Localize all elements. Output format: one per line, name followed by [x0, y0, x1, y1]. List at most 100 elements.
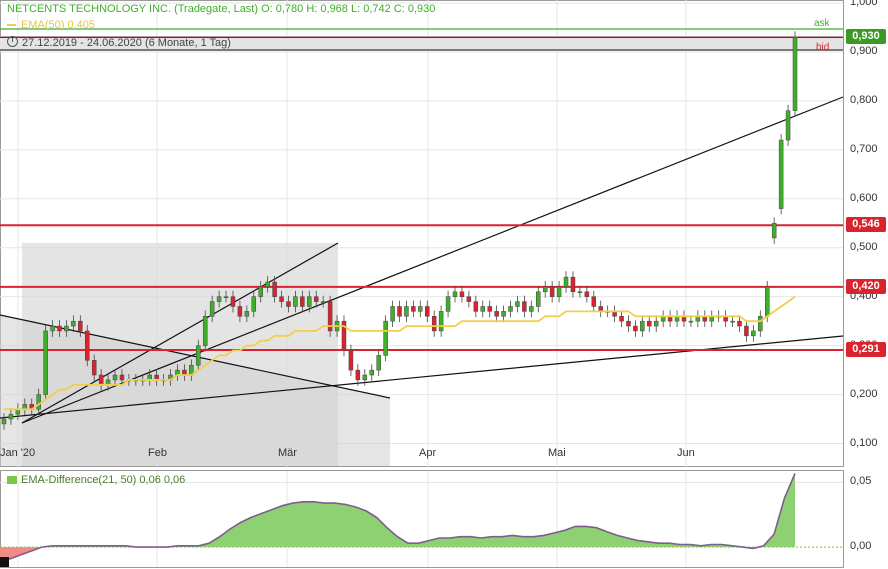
price-badge: 0,930: [846, 29, 886, 45]
price-badge: 0,420: [846, 278, 886, 294]
y-tick-label: 1,000: [850, 0, 878, 8]
candle-body: [744, 325, 749, 337]
candle-body: [265, 281, 270, 288]
candle-body: [487, 306, 492, 312]
candle-body: [771, 223, 777, 239]
candle-body: [376, 355, 381, 371]
candle-body: [36, 394, 41, 410]
candle-body: [71, 320, 76, 327]
candle-body: [43, 330, 48, 395]
candle-body: [730, 320, 735, 323]
ema-difference-legend[interactable]: EMA-Difference(21, 50) 0,06 0,06: [7, 474, 185, 486]
candle-body: [445, 296, 451, 312]
candle-body: [431, 316, 437, 332]
y-tick-label: 0,500: [850, 240, 878, 253]
candle-body: [348, 350, 354, 371]
candle-body: [78, 320, 83, 332]
candle-body: [64, 325, 69, 332]
candle-body: [50, 325, 55, 332]
scroll-handle: [0, 557, 9, 567]
ema-legend[interactable]: EMA(50) 0,405: [7, 19, 95, 31]
candle-body: [577, 291, 583, 294]
candle-body: [549, 286, 555, 297]
candle-body: [480, 306, 486, 312]
legend-swatch-icon: [7, 476, 17, 485]
candle-body: [473, 301, 479, 312]
candle-body: [300, 296, 305, 307]
candle-body: [196, 345, 201, 366]
ema-difference-area: [0, 473, 796, 567]
y-tick-label: 0,200: [850, 387, 878, 400]
bid-tag: bid: [816, 42, 830, 53]
candle-body: [529, 306, 534, 312]
date-range-label: 27.12.2019 - 24.06.2020 (6 Monate, 1 Tag…: [22, 37, 231, 49]
candle-body: [279, 296, 284, 302]
candle-body: [112, 374, 118, 381]
candle-body: [320, 301, 326, 303]
candle-body: [570, 276, 576, 293]
candle-body: [223, 296, 229, 298]
candle-body: [584, 291, 590, 297]
subpanel-grid: [0, 481, 843, 548]
candle-body: [653, 320, 659, 327]
clock-icon: [7, 36, 18, 47]
candle-body: [459, 291, 465, 297]
candle-body: [355, 369, 361, 381]
ask-tag: ask: [814, 18, 830, 29]
candle-body: [764, 286, 770, 317]
candle-body: [751, 330, 756, 337]
drawing-shapes: [0, 96, 844, 466]
candle-body: [244, 311, 250, 317]
candle-body: [237, 306, 243, 317]
candle-body: [1, 418, 7, 425]
ema-legend-swatch: [7, 24, 16, 27]
candle-body: [57, 325, 62, 332]
candle-body: [778, 139, 784, 209]
ema-legend-label: EMA(50) 0,405: [21, 19, 95, 31]
candle-body: [119, 374, 125, 381]
ema-difference-label: EMA-Difference(21, 50) 0,06 0,06: [21, 474, 186, 486]
candle-body: [425, 306, 430, 317]
candle-body: [258, 286, 263, 297]
x-tick-label: Feb: [148, 447, 167, 459]
candle-body: [404, 306, 409, 317]
candle-body: [418, 306, 423, 312]
price-badge: 0,291: [846, 342, 886, 358]
candle-body: [313, 296, 319, 302]
y-tick-label: 0,100: [850, 436, 878, 449]
ema-difference-negative: [0, 547, 795, 560]
y-tick-label: 0,900: [850, 44, 878, 57]
candle-body: [542, 286, 548, 293]
candle-body: [633, 325, 638, 332]
candle-body: [591, 296, 597, 307]
y-tick-label: 0,700: [850, 142, 878, 155]
date-range[interactable]: 27.12.2019 - 24.06.2020 (6 Monate, 1 Tag…: [7, 36, 231, 49]
candle-body: [411, 306, 416, 312]
price-badge: 0,546: [846, 217, 886, 233]
candle-body: [85, 330, 90, 361]
candle-body: [383, 320, 388, 356]
candle-body: [307, 296, 312, 307]
x-tick-label: Jun: [677, 447, 695, 459]
candle-body: [8, 413, 14, 420]
candle-body: [515, 301, 520, 307]
candle-body: [466, 296, 472, 302]
candle-body: [785, 110, 791, 141]
candle-body: [640, 320, 645, 332]
candle-body: [647, 320, 652, 327]
candle-body: [792, 37, 798, 111]
candle-body: [362, 374, 368, 381]
candle-body: [494, 311, 499, 317]
candle-body: [216, 296, 222, 302]
candle-body: [209, 301, 215, 317]
x-tick-label: Mai: [548, 447, 566, 459]
candle-body: [251, 296, 257, 312]
candle-body: [508, 306, 513, 312]
candle-body: [98, 374, 104, 386]
candle-body: [397, 306, 402, 317]
candle-body: [737, 320, 742, 327]
candle-body: [452, 291, 458, 297]
candle-body: [91, 360, 97, 376]
candle-body: [619, 316, 624, 322]
candle-body: [286, 301, 291, 307]
